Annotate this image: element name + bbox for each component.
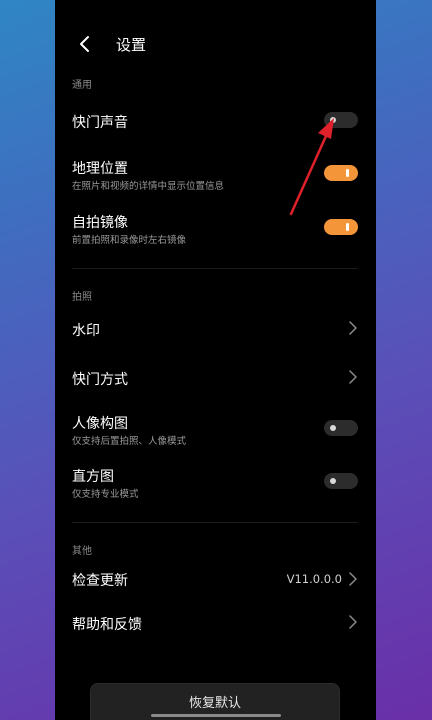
setting-row-watermark[interactable]: 水印 <box>55 312 376 346</box>
selfie-mirror-toggle[interactable] <box>324 219 358 235</box>
page-title: 设置 <box>116 36 147 54</box>
setting-row-location[interactable]: 地理位置 在照片和视频的详情中显示位置信息 <box>55 152 376 196</box>
shutter-sound-toggle[interactable] <box>324 112 358 128</box>
setting-row-shutter-sound[interactable]: 快门声音 <box>55 100 376 142</box>
header: 设置 <box>55 0 376 86</box>
setting-title: 水印 <box>72 323 100 339</box>
toggle-knob <box>330 117 336 123</box>
setting-subtitle: 在照片和视频的详情中显示位置信息 <box>72 181 225 192</box>
histogram-toggle[interactable] <box>324 473 358 489</box>
section-label-photo: 拍照 <box>72 292 92 303</box>
back-arrow-icon[interactable] <box>75 34 95 54</box>
setting-row-help-feedback[interactable]: 帮助和反馈 <box>55 607 376 641</box>
version-value: V11.0.0.0 <box>286 572 342 586</box>
portrait-composition-toggle[interactable] <box>324 420 358 436</box>
setting-row-histogram[interactable]: 直方图 仅支持专业模式 <box>55 461 376 505</box>
section-label-general: 通用 <box>72 80 92 91</box>
setting-row-check-update[interactable]: 检查更新 V11.0.0.0 <box>55 564 376 598</box>
setting-title: 地理位置 <box>72 161 128 177</box>
setting-title: 快门方式 <box>72 372 128 388</box>
chevron-right-icon <box>349 572 357 586</box>
setting-subtitle: 仅支持后置拍照、人像模式 <box>72 436 187 447</box>
divider <box>72 268 358 269</box>
setting-title: 检查更新 <box>72 573 128 589</box>
location-toggle[interactable] <box>324 165 358 181</box>
setting-row-shutter-mode[interactable]: 快门方式 <box>55 361 376 395</box>
setting-title: 帮助和反馈 <box>72 617 142 633</box>
setting-row-portrait-composition[interactable]: 人像构图 仅支持后置拍照、人像模式 <box>55 408 376 452</box>
chevron-right-icon <box>349 615 357 629</box>
section-label-other: 其他 <box>72 546 92 557</box>
toggle-knob <box>330 478 336 484</box>
home-indicator <box>151 714 281 717</box>
settings-screen: 设置 通用 快门声音 地理位置 在照片和视频的详情中显示位置信息 自拍镜像 前置… <box>55 0 376 720</box>
chevron-right-icon <box>349 370 357 384</box>
setting-title: 直方图 <box>72 469 114 485</box>
setting-title: 人像构图 <box>72 416 128 432</box>
toggle-knob <box>346 169 349 177</box>
setting-subtitle: 前置拍照和录像时左右镜像 <box>72 235 187 246</box>
setting-row-selfie-mirror[interactable]: 自拍镜像 前置拍照和录像时左右镜像 <box>55 206 376 250</box>
setting-title: 自拍镜像 <box>72 215 128 231</box>
toggle-knob <box>346 223 349 231</box>
toggle-knob <box>330 425 336 431</box>
divider <box>72 522 358 523</box>
chevron-right-icon <box>349 321 357 335</box>
setting-subtitle: 仅支持专业模式 <box>72 489 139 500</box>
setting-title: 快门声音 <box>72 115 128 131</box>
